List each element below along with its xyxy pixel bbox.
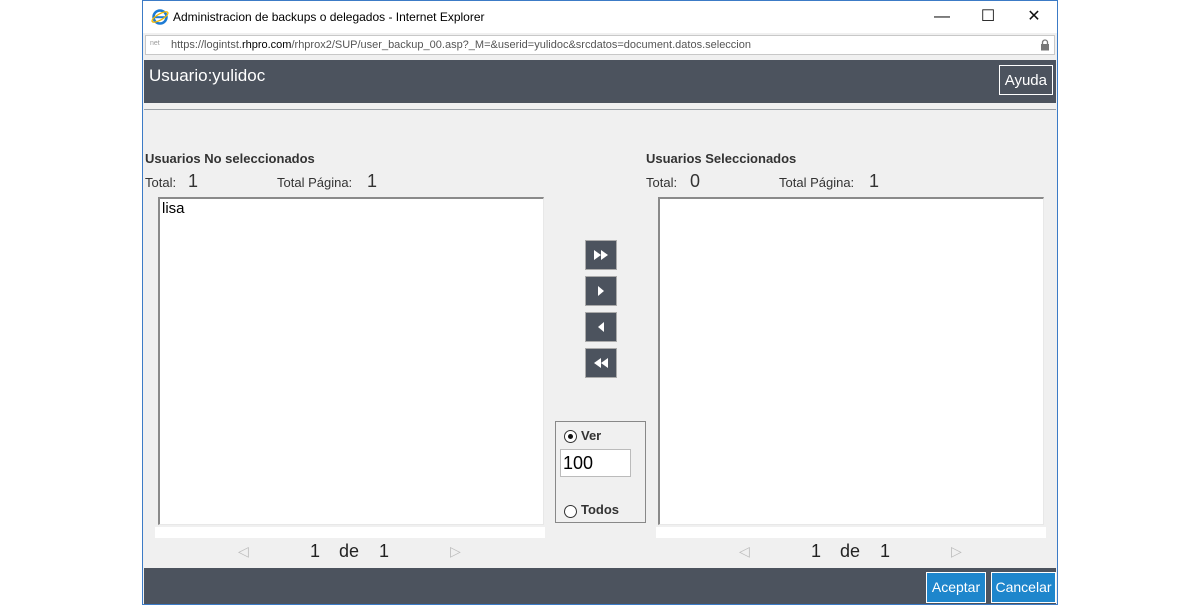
left-pager: ◁ 1 de 1 ▷	[238, 541, 468, 563]
todos-radio[interactable]	[564, 505, 577, 518]
prev-page-icon[interactable]: ◁	[238, 543, 249, 560]
lock-icon	[1041, 39, 1049, 51]
right-total-label: Total:	[646, 175, 678, 190]
url-path: /rhprox2/SUP/user_backup_00.asp?_M=&user…	[291, 39, 751, 51]
next-page-icon[interactable]: ▷	[951, 543, 962, 560]
url-text[interactable]: https://logintst.rhpro.com/rhprox2/SUP/u…	[171, 39, 751, 51]
address-bar[interactable]: net https://logintst.rhpro.com/rhprox2/S…	[145, 35, 1055, 55]
left-pager-total: 1	[379, 541, 390, 561]
footer-bar: Aceptar Cancelar	[144, 568, 1056, 604]
right-total-value: 0	[690, 171, 701, 191]
double-left-arrow-icon	[594, 358, 608, 368]
move-left-button[interactable]	[585, 312, 617, 342]
left-page-total-label: Total Página:	[277, 175, 353, 190]
left-arrow-icon	[598, 322, 604, 332]
next-page-icon[interactable]: ▷	[450, 543, 461, 560]
todos-label: Todos	[581, 502, 620, 517]
right-arrow-icon	[598, 286, 604, 296]
view-options-box: Ver Todos	[555, 421, 646, 523]
horizontal-scrollbar[interactable]	[656, 527, 1046, 538]
right-pager-total: 1	[880, 541, 891, 561]
ver-label: Ver	[581, 428, 602, 443]
left-panel-title: Usuarios No seleccionados	[145, 151, 315, 166]
horizontal-scrollbar[interactable]	[155, 527, 545, 538]
page-title: Usuario:yulidoc	[149, 66, 266, 85]
move-right-button[interactable]	[585, 276, 617, 306]
double-right-arrow-icon	[594, 250, 608, 260]
right-pager-de: de	[840, 541, 861, 561]
unselected-users-list[interactable]: lisa	[158, 197, 544, 525]
window-title: Administracion de backups o delegados - …	[173, 10, 485, 24]
right-pager: ◁ 1 de 1 ▷	[739, 541, 969, 563]
right-page-total-label: Total Página:	[779, 175, 855, 190]
accept-button[interactable]: Aceptar	[926, 572, 986, 603]
move-all-right-button[interactable]	[585, 240, 617, 270]
internet-explorer-icon	[151, 9, 169, 25]
selected-users-list[interactable]	[658, 197, 1044, 525]
url-prefix: https://logintst.	[171, 39, 242, 51]
left-pager-current: 1	[310, 541, 321, 561]
page-header: Usuario:yulidoc Ayuda	[144, 60, 1056, 103]
ver-radio[interactable]	[564, 430, 577, 443]
list-item[interactable]: lisa	[160, 199, 543, 218]
right-page-total-value: 1	[869, 171, 880, 191]
divider	[144, 109, 1056, 110]
help-button[interactable]: Ayuda	[998, 65, 1053, 95]
browser-window: Administracion de backups o delegados - …	[142, 0, 1058, 605]
left-total-value: 1	[188, 171, 199, 191]
prev-page-icon[interactable]: ◁	[739, 543, 750, 560]
left-page-total-value: 1	[367, 171, 378, 191]
minimize-button[interactable]: —	[919, 1, 965, 33]
right-panel-title: Usuarios Seleccionados	[646, 151, 797, 166]
close-button[interactable]: ✕	[1011, 1, 1057, 33]
url-domain: rhpro.com	[241, 39, 292, 51]
right-pager-current: 1	[811, 541, 822, 561]
move-all-left-button[interactable]	[585, 348, 617, 378]
cancel-button[interactable]: Cancelar	[991, 572, 1056, 603]
maximize-button[interactable]: ☐	[965, 1, 1011, 33]
left-total-label: Total:	[145, 175, 177, 190]
site-favicon-icon: net	[150, 40, 160, 47]
title-bar: Administracion de backups o delegados - …	[143, 1, 1057, 33]
left-pager-de: de	[339, 541, 360, 561]
page-size-input[interactable]	[560, 449, 631, 477]
